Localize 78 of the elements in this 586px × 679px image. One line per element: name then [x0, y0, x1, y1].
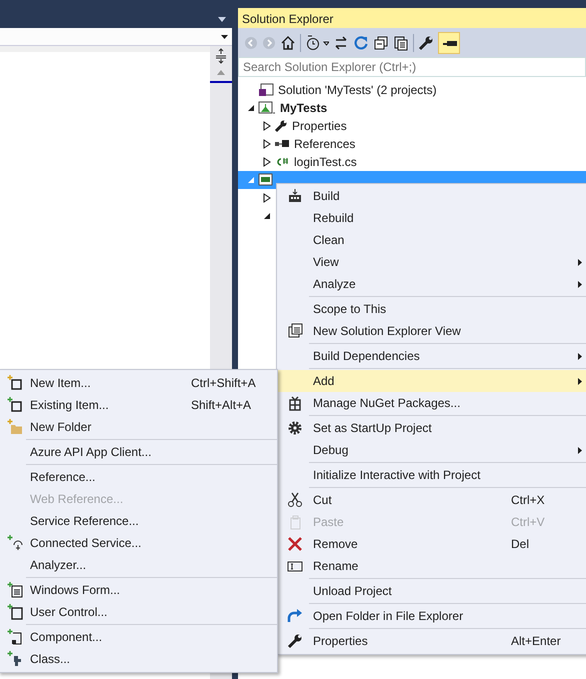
collapse-arrow-icon — [247, 176, 255, 184]
submenu-arrow-icon — [578, 280, 582, 288]
solution-icon — [258, 83, 274, 97]
menu-item[interactable]: Remove Del — [277, 533, 586, 555]
menu-item[interactable]: Cut Ctrl+X — [277, 489, 586, 511]
tree-item[interactable]: MyTests — [238, 99, 586, 117]
caret-icon — [221, 34, 228, 38]
history-icon[interactable] — [305, 34, 329, 50]
tree-item[interactable]: loginTest.cs — [238, 153, 586, 171]
tree-item[interactable]: Solution 'MyTests' (2 projects) — [238, 81, 586, 99]
build-icon — [289, 188, 301, 202]
collapse-icon[interactable] — [373, 34, 389, 50]
menu-item[interactable]: Build Dependencies — [277, 345, 586, 367]
menu-item[interactable]: User Control... — [0, 601, 277, 623]
menu-item[interactable]: Component... — [0, 626, 277, 648]
add-item-icon — [6, 397, 22, 412]
tree-item[interactable]: Properties — [238, 117, 586, 135]
submenu-arrow-icon — [578, 258, 582, 266]
dropdown-icon[interactable] — [218, 17, 226, 22]
menu-item[interactable]: Properties Alt+Enter — [277, 630, 586, 652]
menu-item[interactable]: Scope to This — [277, 298, 586, 320]
menu-item[interactable]: Analyzer... — [0, 554, 277, 576]
user-control-icon — [6, 604, 22, 620]
menu-item[interactable]: Reference... — [0, 466, 277, 488]
menu-item[interactable]: Debug — [277, 439, 586, 461]
marker-line — [210, 81, 232, 83]
redo-arrow-icon — [288, 609, 302, 622]
dropdown-field[interactable] — [0, 28, 232, 46]
gear-icon — [288, 422, 302, 434]
menu-item[interactable]: Initialize Interactive with Project — [277, 464, 586, 486]
wrench-icon — [274, 119, 288, 133]
home-icon[interactable] — [280, 34, 296, 50]
test-project-icon — [258, 101, 276, 115]
new-item-icon — [6, 375, 22, 390]
submenu-arrow-icon — [578, 378, 582, 384]
connected-service-icon — [6, 535, 22, 550]
class-icon — [6, 651, 20, 666]
submenu-arrow-icon — [578, 446, 582, 454]
windows-form-icon — [6, 582, 22, 598]
collapse-arrow-icon — [247, 104, 255, 112]
menu-item[interactable]: New Item... Ctrl+Shift+A — [0, 372, 277, 394]
menu-item[interactable]: New Solution Explorer View — [277, 320, 586, 342]
menu-item[interactable]: Azure API App Client... — [0, 441, 277, 463]
package-icon — [289, 396, 301, 411]
files-icon[interactable] — [393, 34, 409, 50]
tree-item[interactable]: References — [238, 135, 586, 153]
x-icon — [288, 536, 302, 552]
menu-item[interactable]: Existing Item... Shift+Alt+A — [0, 394, 277, 416]
menu-item[interactable]: Clean — [277, 229, 586, 251]
clipboard-icon — [290, 516, 300, 530]
sync-icon[interactable] — [333, 34, 349, 50]
menu-item[interactable]: Windows Form... — [0, 579, 277, 601]
menu-item[interactable]: Rebuild — [277, 207, 586, 229]
menu-item[interactable]: Analyze — [277, 273, 586, 295]
menu-item[interactable]: Rename — [277, 555, 586, 577]
pin-icon[interactable] — [438, 32, 460, 54]
menu-item[interactable]: View — [277, 251, 586, 273]
split-icon[interactable] — [214, 48, 228, 64]
menu-item[interactable]: Class... — [0, 648, 277, 670]
submenu-arrow-icon — [578, 352, 582, 360]
menu-item[interactable]: Manage NuGet Packages... — [277, 392, 586, 414]
menu-item[interactable]: Unload Project — [277, 580, 586, 602]
menu-item[interactable]: Set as StartUp Project — [277, 417, 586, 439]
rename-icon — [288, 562, 302, 572]
panel-title: Solution Explorer — [238, 8, 586, 28]
wrench-icon[interactable] — [418, 34, 434, 50]
menu-item[interactable]: Connected Service... — [0, 532, 277, 554]
wrench-icon — [288, 634, 302, 648]
window-icon — [288, 324, 302, 338]
scissors-icon — [288, 492, 302, 507]
menu-item[interactable]: Service Reference... — [0, 510, 277, 532]
menu-item[interactable]: Open Folder in File Explorer — [277, 605, 586, 627]
menu-item[interactable]: Build — [277, 185, 586, 207]
component-icon — [6, 629, 21, 644]
new-folder-icon — [6, 419, 22, 434]
menu-item[interactable]: Add — [277, 370, 586, 392]
search-field[interactable]: Search Solution Explorer (Ctrl+;) — [238, 57, 586, 77]
menu-item[interactable]: New Folder — [0, 416, 277, 438]
